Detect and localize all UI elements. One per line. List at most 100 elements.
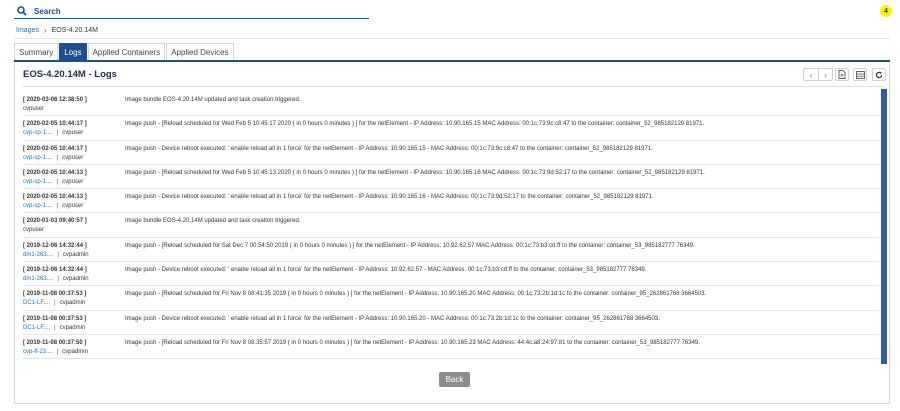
log-separator: | <box>56 178 59 185</box>
log-list: [ 2020-03-06 12:38:50 ] cvpuser Image bund… <box>23 92 879 362</box>
log-separator: | <box>54 324 56 331</box>
log-row: [ 2019-11-08 00:37:50 ] cvp-lf-23.... | cvp… <box>23 335 879 360</box>
log-device-link[interactable]: cvp-sp-1.... <box>23 203 53 209</box>
columns-icon[interactable] <box>853 68 867 81</box>
chevron-right-icon[interactable]: › <box>818 69 832 80</box>
log-row: [ 2020-03-06 12:38:50 ] cvpuser Image bund… <box>23 92 879 117</box>
log-user: cvpuser <box>23 106 45 112</box>
log-message: Image push - [Reload scheduled for Fri N… <box>125 339 700 346</box>
log-meta: cvp-sp-1.... | cvpuser <box>23 179 83 185</box>
log-timestamp: [ 2019-11-08 00:37:53 ] <box>23 291 87 298</box>
log-timestamp: [ 2020-01-03 09:40:57 ] <box>23 218 87 225</box>
log-separator: | <box>57 251 59 258</box>
log-timestamp: [ 2019-11-08 00:37:50 ] <box>23 339 87 346</box>
refresh-icon[interactable] <box>872 68 886 81</box>
breadcrumb-images-link[interactable]: Images <box>16 27 39 34</box>
logs-panel: EOS-4.20.14M - Logs ‹ › [ 2020-03-06 12:… <box>14 62 890 404</box>
log-device-link[interactable]: cvp-sp-1.... <box>23 155 53 161</box>
log-timestamp: [ 2020-02-05 10:44:17 ] <box>23 121 87 128</box>
log-message: Image push - Device reboot executed: ' e… <box>125 315 660 322</box>
log-separator: | <box>56 130 59 137</box>
log-meta: DC1-LF.... | cvpadmin <box>23 300 85 306</box>
log-message: Image push - Device reboot executed: ' e… <box>125 145 653 152</box>
log-device-link[interactable]: dm1-263.... <box>23 276 53 282</box>
title-divider <box>23 86 883 87</box>
log-device-link[interactable]: cvp-sp-1.... <box>23 179 53 185</box>
log-meta: dm1-263.... | cvpadmin <box>23 252 89 258</box>
breadcrumb-current: EOS-4.20.14M <box>51 27 98 34</box>
log-message: Image push - [Reload scheduled for Wed F… <box>125 121 705 128</box>
pagination-nav: ‹ › <box>803 68 833 81</box>
search-bar[interactable]: Search <box>14 4 369 19</box>
log-row: [ 2020-02-05 10:44:13 ] cvp-sp-1.... | cvpu… <box>23 165 879 190</box>
notification-badge[interactable]: 4 <box>880 5 892 17</box>
log-message: Image push - [Reload scheduled for Fri N… <box>125 291 707 298</box>
log-separator: | <box>56 203 59 210</box>
tab-applied-containers[interactable]: Applied Containers <box>87 43 166 60</box>
log-meta: dm1-263.... | cvpadmin <box>23 276 89 282</box>
log-message: Image push - [Reload scheduled for Wed F… <box>125 169 705 176</box>
search-icon[interactable] <box>16 5 28 17</box>
log-user: cvpuser <box>62 154 84 161</box>
log-device-link[interactable]: cvp-sp-1.... <box>23 130 53 136</box>
log-meta: cvp-sp-1.... | cvpuser <box>23 155 83 161</box>
log-row: [ 2020-01-03 09:40:57 ] cvpuser Image bund… <box>23 213 879 238</box>
log-meta: cvp-lf-23.... | cvpadmin <box>23 349 88 355</box>
log-separator: | <box>54 300 56 307</box>
tab-logs[interactable]: Logs <box>59 43 87 60</box>
tab-summary[interactable]: Summary <box>14 43 59 60</box>
log-separator: | <box>56 154 59 161</box>
log-user: cvpadmin <box>62 251 89 258</box>
log-meta: cvp-sp-1.... | cvpuser <box>23 203 83 209</box>
log-message: Image push - Device reboot executed: ' e… <box>125 267 647 274</box>
chevron-right-icon: › <box>43 26 47 35</box>
log-row: [ 2019-11-08 00:37:53 ] DC1-LF.... | cvpadm… <box>23 286 879 311</box>
log-meta: cvpuser <box>23 227 44 233</box>
log-row: [ 2020-02-05 10:44:17 ] cvp-sp-1.... | cvpu… <box>23 116 879 141</box>
chevron-left-icon[interactable]: ‹ <box>804 69 818 80</box>
log-separator: | <box>56 348 59 355</box>
search-input[interactable]: Search <box>34 7 61 16</box>
log-timestamp: [ 2020-02-05 10:44:13 ] <box>23 169 87 176</box>
log-timestamp: [ 2020-02-05 10:44:13 ] <box>23 194 87 201</box>
breadcrumb: Images › EOS-4.20.14M <box>16 26 98 35</box>
log-message: Image bundle EOS-4.20.14M updated and ta… <box>125 218 301 225</box>
log-meta: cvp-sp-1.... | cvpuser <box>23 130 83 136</box>
log-user: cvpuser <box>23 227 45 234</box>
log-user: cvpadmin <box>59 324 86 331</box>
log-device-link[interactable]: dm1-263.... <box>23 252 53 258</box>
tab-applied-devices[interactable]: Applied Devices <box>166 43 234 60</box>
log-row: [ 2020-02-05 10:44:17 ] cvp-sp-1.... | cvpu… <box>23 141 879 165</box>
export-file-icon[interactable] <box>835 68 849 81</box>
log-meta: cvpuser <box>23 106 44 112</box>
log-meta: DC1-LF.... | cvpadmin <box>23 325 85 331</box>
log-device-link[interactable]: DC1-LF.... <box>23 325 50 331</box>
log-user: cvpadmin <box>59 300 86 307</box>
log-separator: | <box>57 276 59 283</box>
log-user: cvpadmin <box>62 276 89 283</box>
log-user: cvpuser <box>62 130 84 137</box>
log-user: cvpadmin <box>62 348 88 355</box>
log-device-link[interactable]: cvp-lf-23.... <box>23 349 53 355</box>
log-timestamp: [ 2020-03-06 12:38:50 ] <box>23 97 87 103</box>
log-user: cvpuser <box>62 203 84 210</box>
log-timestamp: [ 2020-02-05 10:44:17 ] <box>23 145 87 152</box>
log-user: cvpuser <box>62 178 84 185</box>
tab-bar: Summary Logs Applied Containers Applied … <box>14 43 235 60</box>
log-device-link[interactable]: DC1-LF.... <box>23 300 50 306</box>
log-message: Image push - [Reload scheduled for Sat D… <box>125 242 695 249</box>
divider <box>14 38 890 39</box>
log-message: Image bundle EOS-4.20.14M updated and ta… <box>125 97 301 103</box>
log-row: [ 2019-12-06 14:32:44 ] dm1-263.... | cvpad… <box>23 262 879 287</box>
log-message: Image push - Device reboot executed: ' e… <box>125 194 654 201</box>
scrollbar-thumb[interactable] <box>881 89 887 364</box>
log-timestamp: [ 2019-11-08 00:37:53 ] <box>23 315 87 322</box>
log-row: [ 2020-02-05 10:44:13 ] cvp-sp-1.... | cvpu… <box>23 189 879 214</box>
log-row: [ 2019-11-08 00:37:53 ] DC1-LF.... | cvpadm… <box>23 311 879 335</box>
panel-title: EOS-4.20.14M - Logs <box>23 69 117 80</box>
scrollbar[interactable] <box>881 87 887 364</box>
log-timestamp: [ 2019-12-06 14:32:44 ] <box>23 267 87 274</box>
log-timestamp: [ 2019-12-06 14:32:44 ] <box>23 242 87 249</box>
log-row: [ 2019-12-06 14:32:44 ] dm1-263.... | cvpad… <box>23 238 879 263</box>
back-button[interactable]: Back <box>439 372 470 387</box>
